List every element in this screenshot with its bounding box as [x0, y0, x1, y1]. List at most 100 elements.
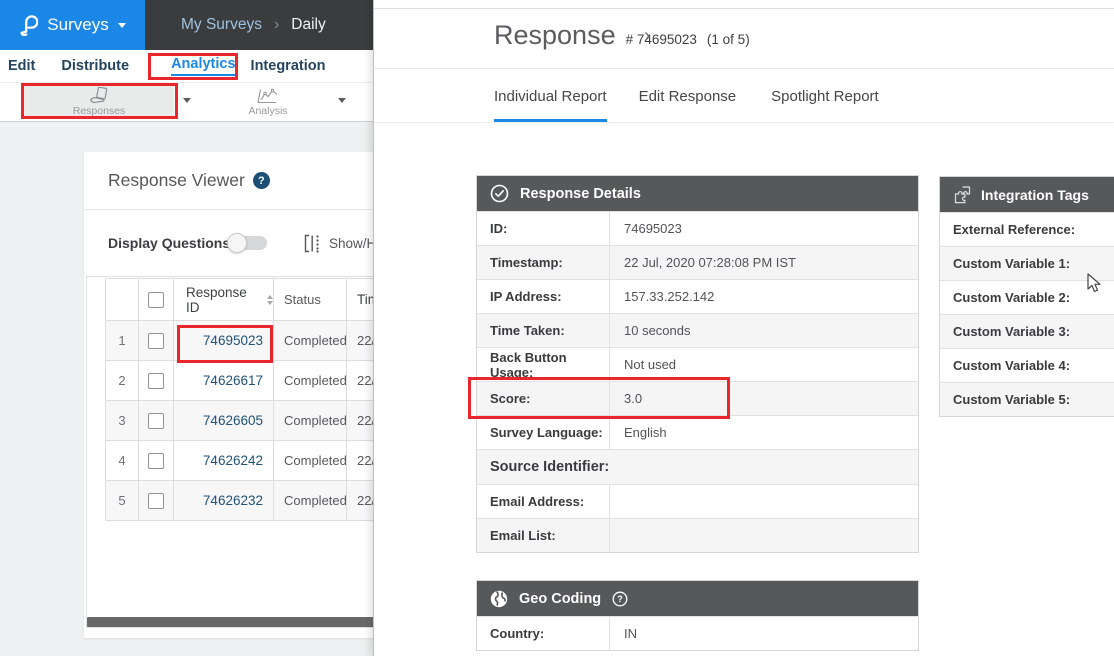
breadcrumb: My Surveys › Daily	[145, 0, 373, 50]
detail-label: Email List:	[477, 519, 610, 552]
table-header-row: Response ID Status Tim	[106, 279, 402, 321]
detail-row: Email Address:	[477, 484, 918, 518]
table-row[interactable]: 1 74695023 Completed 22/	[106, 321, 402, 361]
table-row[interactable]: 5 74626232 Completed 22/	[106, 481, 402, 521]
detail-label: ID:	[477, 212, 610, 245]
analysis-button[interactable]: Analysis	[218, 85, 318, 119]
detail-row-score: Score: 3.0	[477, 381, 918, 415]
detail-row: Time Taken: 10 seconds	[477, 313, 918, 347]
breadcrumb-chevron-icon: ›	[274, 16, 279, 34]
response-id-link[interactable]: 74626605	[174, 401, 274, 440]
status-header: Status	[274, 279, 347, 320]
divider	[374, 68, 1114, 69]
table-row[interactable]: 3 74626605 Completed 22/	[106, 401, 402, 441]
row-checkbox[interactable]	[148, 373, 164, 389]
detail-label: IP Address:	[477, 280, 610, 313]
survey-nav-tabs: Edit Distribute Analytics Integration	[0, 50, 373, 83]
row-checkbox[interactable]	[148, 493, 164, 509]
response-viewer-title-row: Response Viewer ?	[108, 170, 270, 191]
detail-row: Survey Language: English	[477, 415, 918, 449]
tab-edit[interactable]: Edit	[8, 58, 35, 74]
show-hide-label: Show/H	[329, 236, 376, 251]
tab-individual-report[interactable]: Individual Report	[494, 80, 607, 122]
analysis-caret-down-icon[interactable]	[338, 98, 346, 103]
row-checkbox[interactable]	[148, 453, 164, 469]
row-checkbox-cell	[139, 481, 174, 520]
display-questions-toggle[interactable]	[230, 236, 267, 250]
integration-tag-row: Custom Variable 1:	[940, 246, 1114, 280]
detail-row: Back Button Usage: Not used	[477, 347, 918, 381]
section-title: Integration Tags	[981, 187, 1089, 203]
row-checkbox-cell	[139, 361, 174, 400]
detail-row: Timestamp: 22 Jul, 2020 07:28:08 PM IST	[477, 245, 918, 279]
response-details-section: Response Details ID: 74695023 Timestamp:…	[476, 175, 919, 553]
detail-label: Survey Language:	[477, 416, 610, 449]
brand-menu[interactable]: Surveys	[0, 0, 145, 50]
integration-tag-row: External Reference:	[940, 212, 1114, 246]
response-id-header-label: Response ID	[186, 285, 260, 315]
tab-integration[interactable]: Integration	[251, 58, 326, 74]
row-number: 3	[106, 401, 139, 440]
row-checkbox-cell	[139, 321, 174, 360]
integration-tag-row: Custom Variable 4:	[940, 348, 1114, 382]
integration-tags-section: Integration Tags External Reference: Cus…	[939, 176, 1114, 417]
row-number: 1	[106, 321, 139, 360]
source-identifier-row: Source Identifier:	[477, 449, 918, 484]
response-id-link[interactable]: 74695023	[174, 321, 274, 360]
status-value: Completed	[274, 321, 347, 360]
row-checkbox[interactable]	[148, 333, 164, 349]
analysis-chart-icon	[256, 88, 280, 104]
row-checkbox-cell	[139, 401, 174, 440]
select-all-checkbox[interactable]	[148, 292, 164, 308]
help-icon[interactable]: ?	[253, 172, 270, 189]
integration-tag-row: Custom Variable 2:	[940, 280, 1114, 314]
detail-label: Source Identifier:	[477, 450, 918, 484]
tab-analytics[interactable]: Analytics	[171, 56, 235, 76]
detail-value: 10 seconds	[610, 314, 918, 347]
status-value: Completed	[274, 401, 347, 440]
responses-button[interactable]: Responses	[24, 85, 174, 119]
response-id-link[interactable]: 74626232	[174, 481, 274, 520]
tabs-bottom-border	[374, 122, 1114, 123]
status-value: Completed	[274, 361, 347, 400]
table-row[interactable]: 4 74626242 Completed 22/	[106, 441, 402, 481]
responses-button-label: Responses	[73, 105, 126, 117]
detail-row: Email List:	[477, 518, 918, 552]
breadcrumb-current-survey[interactable]: Daily	[291, 16, 325, 34]
status-value: Completed	[274, 481, 347, 520]
tab-distribute[interactable]: Distribute	[61, 58, 129, 74]
response-id-link[interactable]: 74626242	[174, 441, 274, 480]
detail-value: 157.33.252.142	[610, 280, 918, 313]
help-outline-icon[interactable]: ?	[612, 591, 628, 607]
detail-value: 3.0	[610, 382, 918, 415]
section-title: Geo Coding	[519, 591, 601, 607]
detail-label: Time Taken:	[477, 314, 610, 347]
responses-caret-down-icon[interactable]	[183, 98, 191, 103]
row-number: 4	[106, 441, 139, 480]
row-checkbox-cell	[139, 441, 174, 480]
horizontal-scrollbar[interactable]	[87, 617, 379, 627]
analytics-toolbar: Responses Analysis	[0, 83, 373, 122]
page-title: Response Viewer	[108, 170, 245, 191]
breadcrumb-my-surveys[interactable]: My Surveys	[181, 16, 262, 34]
detail-row: IP Address: 157.33.252.142	[477, 279, 918, 313]
detail-value: Not used	[610, 348, 918, 381]
sort-icon	[267, 295, 273, 305]
response-viewer-card: Response Viewer ? Display Questions Show…	[84, 152, 384, 638]
row-checkbox[interactable]	[148, 413, 164, 429]
brand-product-label: Surveys	[47, 15, 108, 35]
tab-spotlight-report[interactable]: Spotlight Report	[771, 80, 879, 122]
detail-label: Country:	[477, 617, 610, 650]
show-hide-columns-control[interactable]: Show/H	[304, 234, 376, 253]
response-id-link[interactable]: 74626617	[174, 361, 274, 400]
table-row[interactable]: 2 74626617 Completed 22/	[106, 361, 402, 401]
geo-coding-header: Geo Coding ?	[477, 581, 918, 616]
panel-tabs: Individual Report Edit Response Spotligh…	[494, 80, 879, 122]
responses-table: Response ID Status Tim 1 74695023 Comple…	[105, 278, 402, 521]
response-id-header[interactable]: Response ID	[174, 279, 274, 320]
panel-title: Response	[494, 20, 616, 51]
detail-label: Score:	[477, 382, 610, 415]
detail-row: ID: 74695023	[477, 211, 918, 245]
next-response-chevron[interactable]: ›	[644, 26, 651, 46]
tab-edit-response[interactable]: Edit Response	[639, 80, 737, 122]
